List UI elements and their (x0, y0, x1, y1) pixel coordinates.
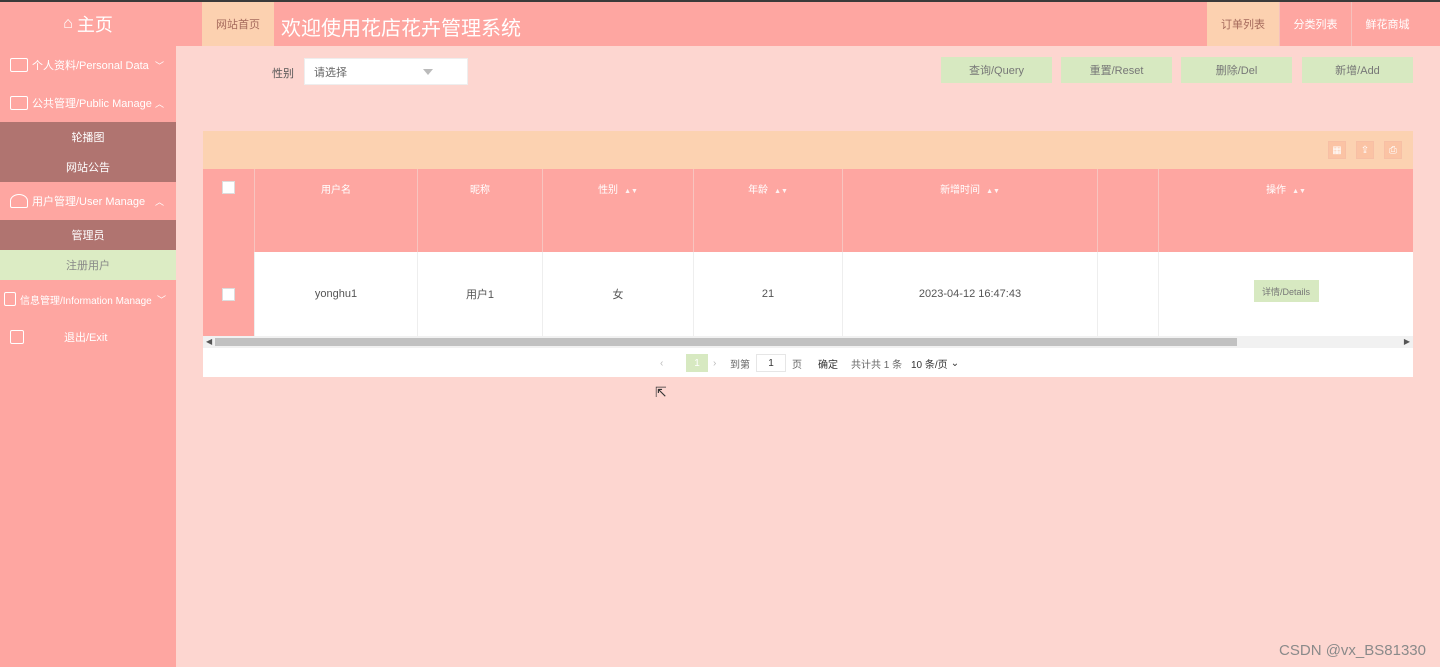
scroll-thumb[interactable] (215, 338, 1237, 346)
chevron-up-icon: ︿ (154, 99, 164, 109)
sidebar-item-personal-data[interactable]: 个人资料/Personal Data ﹀ (0, 46, 176, 84)
page-title: 欢迎使用花店花卉管理系统 (281, 18, 521, 40)
print-icon[interactable]: ⎙ (1384, 141, 1402, 159)
page-size-select[interactable]: 10 条/页 ⌄ (911, 354, 959, 372)
cell-gender: 女 (543, 252, 694, 336)
sidebar-item-public-manage[interactable]: 公共管理/Public Manage ︿ (0, 84, 176, 122)
monitor-icon (10, 96, 28, 110)
sidebar-subitem-notice[interactable]: 网站公告 (0, 152, 176, 182)
table-header: 用户名 昵称 性别 ▲▼ 年龄 ▲▼ 新增时间 ▲▼ 操作 ▲▼ (203, 169, 1413, 252)
row-checkbox[interactable] (222, 287, 235, 301)
site-home-link[interactable]: 网站首页 (202, 2, 274, 46)
sidebar-item-user-manage[interactable]: 用户管理/User Manage ︿ (0, 182, 176, 220)
prev-page-icon[interactable]: ‹ (660, 354, 663, 372)
cell-username: yonghu1 (255, 252, 418, 336)
caret-down-icon (423, 69, 433, 75)
col-actions[interactable]: 操作 ▲▼ (1159, 169, 1413, 252)
watermark: CSDN @vx_BS81330 (1279, 642, 1426, 659)
sort-icon[interactable]: ▲▼ (774, 188, 788, 195)
details-button[interactable]: 详情/Details (1253, 280, 1319, 302)
pagination: ‹ 1 › 到第 1 页 确定 共计共 1 条 10 条/页 ⌄ (203, 348, 1413, 377)
sidebar-item-information-manage[interactable]: 信息管理/Information Manage ﹀ (0, 280, 176, 318)
chevron-down-icon: ⌄ (950, 357, 960, 369)
goto-confirm-button[interactable]: 确定 (818, 354, 838, 372)
mouse-cursor-icon: ⇱ (655, 384, 667, 400)
cell-blank (1098, 252, 1159, 336)
sort-icon[interactable]: ▲▼ (624, 188, 638, 195)
col-actions-label: 操作 (1266, 185, 1287, 196)
sidebar-item-label: 退出/Exit (64, 332, 108, 344)
sidebar-item-label: 公共管理/Public Manage (32, 98, 152, 110)
user-icon (10, 194, 28, 208)
goto-label: 到第 (730, 359, 750, 371)
col-age[interactable]: 年龄 ▲▼ (694, 169, 843, 252)
info-icon (4, 292, 16, 306)
page-size-value: 10 条/页 (911, 359, 948, 371)
scroll-right-icon[interactable]: ▶ (1404, 336, 1410, 348)
cell-nickname: 用户1 (418, 252, 543, 336)
chevron-down-icon: ﹀ (156, 295, 166, 305)
query-button[interactable]: 查询/Query (941, 57, 1052, 83)
gender-filter-label: 性别 (272, 68, 294, 80)
table-row[interactable]: yonghu1 用户1 女 21 2023-04-12 16:47:43 详情/… (203, 252, 1413, 336)
col-age-label: 年龄 (748, 185, 769, 196)
cell-actions: 详情/Details (1159, 252, 1413, 336)
page-number-input[interactable]: 1 (756, 354, 786, 372)
sidebar-item-exit[interactable]: 退出/Exit (0, 318, 176, 356)
col-created-time-label: 新增时间 (940, 185, 981, 196)
columns-icon[interactable]: ▦ (1328, 141, 1346, 159)
sidebar-home-label: 主页 (76, 15, 113, 35)
exit-icon (10, 330, 24, 344)
gender-select[interactable]: 请选择 (304, 58, 468, 85)
sidebar-subitem-registered-users[interactable]: 注册用户 (0, 250, 176, 280)
data-table-panel: ▦ ⇪ ⎙ 用户名 昵称 性别 ▲▼ 年龄 ▲▼ 新增时间 ▲▼ 操作 ▲▼ yongh… (203, 131, 1413, 377)
col-gender[interactable]: 性别 ▲▼ (543, 169, 694, 252)
nav-order-list[interactable]: 订单列表 (1207, 2, 1279, 46)
chevron-down-icon: ﹀ (154, 61, 164, 71)
sort-icon[interactable]: ▲▼ (986, 188, 1000, 195)
col-nickname-label: 昵称 (470, 185, 490, 196)
select-all-cell (203, 169, 255, 252)
page-unit-label: 页 (792, 359, 802, 371)
sidebar-item-label: 个人资料/Personal Data (32, 60, 149, 72)
chevron-up-icon: ︿ (154, 197, 164, 207)
sidebar-subitem-carousel[interactable]: 轮播图 (0, 122, 176, 152)
scroll-left-icon[interactable]: ◀ (206, 336, 212, 348)
col-username[interactable]: 用户名 (255, 169, 418, 252)
select-all-checkbox[interactable] (222, 181, 235, 194)
add-button[interactable]: 新增/Add (1302, 57, 1413, 83)
nav-category-list[interactable]: 分类列表 (1279, 2, 1351, 46)
nav-flower-mall[interactable]: 鲜花商城 (1351, 2, 1423, 46)
table-toolbar: ▦ ⇪ ⎙ (203, 131, 1413, 169)
row-select-cell (203, 252, 255, 336)
col-blank (1098, 169, 1159, 252)
sidebar: ⌂ 主页 个人资料/Personal Data ﹀ 公共管理/Public Ma… (0, 2, 176, 667)
cell-age: 21 (694, 252, 843, 336)
home-icon: ⌂ (63, 15, 73, 32)
sidebar-item-label: 信息管理/Information Manage (20, 295, 152, 307)
sidebar-subitem-admin[interactable]: 管理员 (0, 220, 176, 250)
col-username-label: 用户名 (321, 185, 351, 196)
sidebar-item-label: 用户管理/User Manage (32, 196, 146, 208)
total-count: 共计共 1 条 (851, 359, 903, 371)
reset-button[interactable]: 重置/Reset (1061, 57, 1172, 83)
sidebar-home[interactable]: ⌂ 主页 (0, 2, 176, 46)
col-gender-label: 性别 (598, 185, 619, 196)
horizontal-scrollbar[interactable]: ◀ ▶ (203, 336, 1413, 348)
gender-select-value: 请选择 (314, 66, 347, 79)
page-1-button[interactable]: 1 (686, 354, 708, 372)
id-card-icon (10, 58, 28, 72)
sort-icon[interactable]: ▲▼ (1292, 188, 1306, 195)
top-header: 网站首页 欢迎使用花店花卉管理系统 订单列表 分类列表 鲜花商城 (176, 2, 1440, 46)
col-created-time[interactable]: 新增时间 ▲▼ (843, 169, 1098, 252)
delete-button[interactable]: 删除/Del (1181, 57, 1292, 83)
cell-created-time: 2023-04-12 16:47:43 (843, 252, 1098, 336)
next-page-icon[interactable]: › (713, 354, 716, 372)
col-nickname[interactable]: 昵称 (418, 169, 543, 252)
export-icon[interactable]: ⇪ (1356, 141, 1374, 159)
